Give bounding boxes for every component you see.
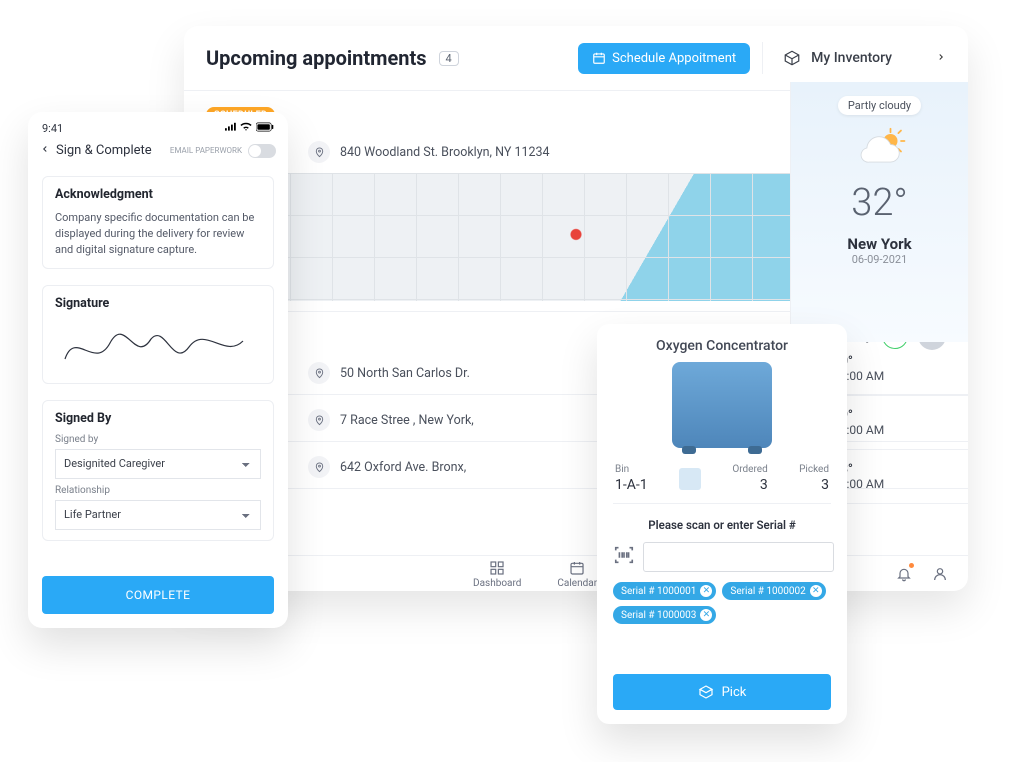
appointment-address: 7 Race Stree , New York, — [340, 413, 474, 428]
picker-title: Oxygen Concentrator — [613, 338, 831, 354]
schedule-appointment-label: Schedule Appoitment — [612, 51, 736, 66]
ordered-value: 3 — [732, 477, 767, 493]
appointment-count-badge: 4 — [439, 51, 459, 66]
schedule-appointment-button[interactable]: Schedule Appoitment — [578, 43, 750, 74]
appointment-address: 642 Oxford Ave. Bronx, — [340, 460, 466, 475]
map-pin-icon — [308, 456, 330, 478]
bell-icon — [896, 566, 912, 582]
signed-by-select[interactable]: Designited Caregiver — [55, 449, 261, 479]
serial-input[interactable] — [643, 542, 834, 572]
barcode-icon — [613, 544, 635, 566]
weather-city: New York — [847, 235, 911, 253]
pattern-swatch-icon — [679, 468, 701, 490]
box-icon — [698, 684, 714, 700]
map-pin-icon — [308, 362, 330, 384]
email-paperwork-label: EMAIL PAPERWORK — [170, 146, 242, 155]
email-paperwork-toggle[interactable] — [248, 144, 276, 158]
bin-label: Bin — [615, 464, 629, 475]
map-pin-icon — [308, 141, 330, 163]
page-title: Upcoming appointments — [206, 46, 427, 70]
map-pin-icon — [308, 409, 330, 431]
scan-instruction: Please scan or enter Serial # — [613, 518, 831, 532]
serial-chip[interactable]: Serial # 1000003✕ — [613, 606, 716, 624]
weather-partly-cloudy-icon — [852, 125, 908, 171]
ordered-label: Ordered — [732, 464, 767, 475]
signature-card[interactable]: Signature — [42, 285, 274, 384]
weather-summary: Partly cloudy — [838, 96, 921, 115]
back-button[interactable] — [40, 143, 50, 158]
item-picker: Oxygen Concentrator Bin 1-A-1 Ordered 3 … — [597, 324, 847, 724]
user-icon — [932, 566, 948, 582]
screen-title: Sign & Complete — [56, 143, 152, 158]
dashboard-window: Upcoming appointments 4 Schedule Appoitm… — [184, 26, 968, 591]
picked-label: Picked — [799, 464, 829, 475]
chevron-left-icon — [40, 144, 50, 154]
profile-button[interactable] — [926, 560, 954, 588]
barcode-scan-button[interactable] — [613, 544, 635, 570]
weather-temp: 32° — [851, 181, 908, 225]
notifications-button[interactable] — [890, 560, 918, 588]
chip-remove-icon[interactable]: ✕ — [810, 585, 822, 597]
mobile-sign-complete: 9:41 Sign & Complete EMAIL PAPERWORK Ack… — [28, 112, 288, 628]
appointment-address: 50 North San Carlos Dr. — [340, 366, 470, 381]
signed-by-card: Signed By Signed by Designited Caregiver… — [42, 400, 274, 541]
signal-icon — [225, 122, 237, 132]
serial-chip[interactable]: Serial # 1000002✕ — [722, 582, 825, 600]
appointment-address: 840 Woodland St. Brooklyn, NY 11234 — [340, 145, 550, 160]
pick-button[interactable]: Pick — [613, 674, 831, 710]
my-inventory-link[interactable]: My Inventory — [762, 42, 946, 74]
acknowledgment-card: Acknowledgment Company specific document… — [42, 176, 274, 269]
chip-remove-icon[interactable]: ✕ — [700, 609, 712, 621]
package-icon — [783, 49, 801, 67]
battery-icon — [256, 122, 274, 132]
notification-dot-icon — [909, 563, 914, 568]
status-bar-icons — [225, 122, 274, 135]
wifi-icon — [239, 122, 253, 132]
chevron-right-icon — [936, 50, 946, 66]
bin-value: 1-A-1 — [615, 477, 648, 493]
serial-chip[interactable]: Serial # 1000001✕ — [613, 582, 716, 600]
chip-remove-icon[interactable]: ✕ — [700, 585, 712, 597]
status-bar-time: 9:41 — [42, 122, 63, 135]
signature-scribble-icon — [55, 325, 255, 369]
weather-date: 06-09-2021 — [852, 253, 908, 266]
calendar-plus-icon — [592, 51, 606, 65]
complete-button[interactable]: COMPLETE — [42, 576, 274, 614]
device-image — [672, 362, 772, 448]
picked-value: 3 — [799, 477, 829, 493]
relationship-select[interactable]: Life Partner — [55, 500, 261, 530]
